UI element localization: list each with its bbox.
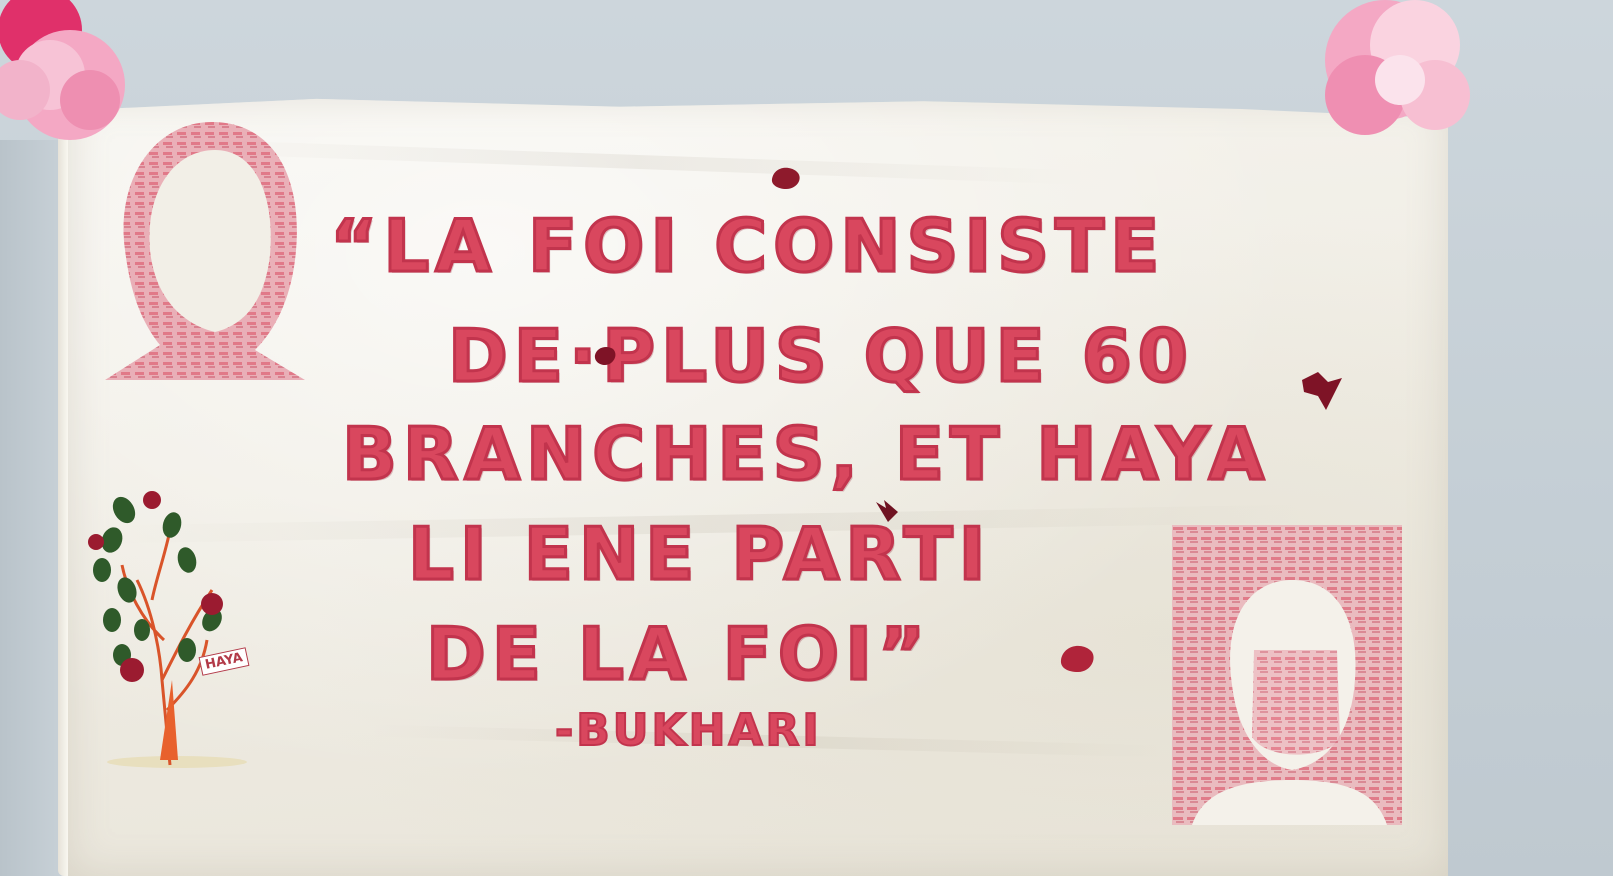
rose-petal bbox=[1060, 645, 1094, 672]
tree-illustration bbox=[88, 491, 247, 768]
quote-attribution: -BUKHARI bbox=[554, 704, 822, 757]
quote-line-3: BRANCHES, ET HAYA bbox=[340, 412, 1271, 496]
quote-line-2: DE·PLUS QUE 60 bbox=[447, 314, 1194, 398]
quote-line-4: LI ENE PARTI bbox=[406, 512, 992, 596]
face-silhouette-stamp bbox=[1172, 525, 1402, 825]
paper-flower-left bbox=[0, 0, 125, 140]
rose-petal bbox=[594, 347, 616, 365]
fabric-wrinkle bbox=[188, 139, 1088, 185]
quote-line-1: “LA FOI CONSISTE bbox=[328, 204, 1166, 288]
rose-petal bbox=[771, 167, 800, 189]
paper-flower-right bbox=[1325, 0, 1470, 135]
quote-line-5: DE LA FOI” bbox=[424, 612, 932, 696]
rose-petal bbox=[1302, 372, 1342, 410]
face-silhouette-stamp bbox=[105, 121, 305, 380]
rose-petal bbox=[876, 500, 898, 522]
